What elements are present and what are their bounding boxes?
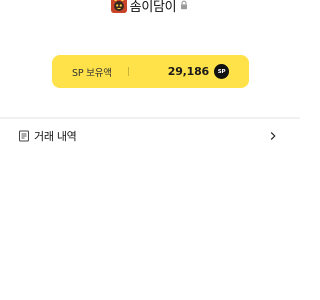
sp-wallet-page: 솜이담이 SP 보유액 29,186 SP 거래 내역 bbox=[0, 0, 300, 300]
sp-coin-label: SP bbox=[217, 68, 226, 75]
character-avatar-icon bbox=[110, 0, 127, 13]
sp-card-divider bbox=[127, 67, 129, 76]
nickname: 솜이담이 bbox=[129, 0, 177, 15]
sp-balance-card[interactable]: SP 보유액 29,186 SP bbox=[52, 55, 249, 88]
section-divider bbox=[0, 117, 300, 119]
profile-header: 솜이담이 bbox=[0, 0, 300, 16]
sp-balance-value: 29,186 bbox=[167, 65, 209, 78]
transaction-history-label: 거래 내역 bbox=[34, 130, 77, 143]
document-icon bbox=[18, 130, 30, 142]
sp-balance-label: SP 보유액 bbox=[72, 67, 112, 79]
lock-icon bbox=[179, 0, 189, 10]
chevron-right-icon bbox=[268, 131, 278, 141]
transaction-history-item[interactable]: 거래 내역 bbox=[0, 126, 300, 146]
sp-coin-icon: SP bbox=[214, 64, 229, 79]
